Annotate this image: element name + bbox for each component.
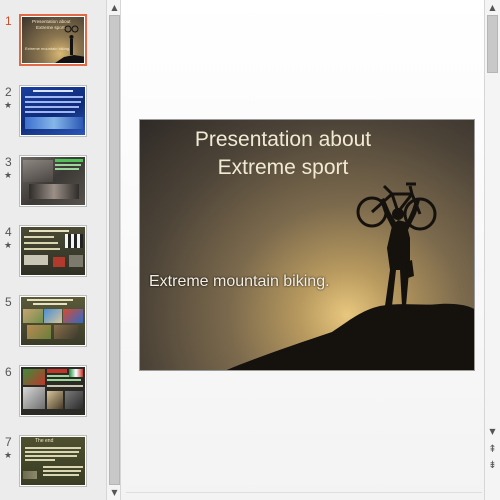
- slide-preview[interactable]: [19, 155, 87, 207]
- slide-thumbnail-7[interactable]: 7 ★ The end: [0, 435, 106, 495]
- slide-number: 2: [5, 85, 12, 99]
- slide-number: 5: [5, 295, 12, 309]
- slide-thumbnail-6[interactable]: 6: [0, 365, 106, 425]
- scroll-down-icon[interactable]: ▼: [108, 486, 121, 499]
- slide-preview[interactable]: [19, 85, 87, 137]
- slide-thumbnail-3[interactable]: 3 ★: [0, 155, 106, 215]
- transition-star-icon: ★: [4, 451, 13, 461]
- divider: [126, 492, 482, 493]
- slide-title-line-2: Extreme sport: [217, 156, 349, 179]
- slide-thumbnail-5[interactable]: 5: [0, 295, 106, 355]
- transition-star-icon: ★: [4, 241, 13, 251]
- slide-thumbnail-2[interactable]: 2 ★: [0, 85, 106, 145]
- scrollbar-thumb[interactable]: [109, 15, 120, 485]
- slide-preview[interactable]: Presentation about Extreme sport Extreme…: [19, 14, 87, 66]
- slide-thumbnail-4[interactable]: 4 ★: [0, 225, 106, 285]
- slide-thumbnail-pane: 1 Presentation about Extreme sport Extre…: [0, 0, 106, 500]
- slide-number: 7: [5, 435, 12, 449]
- slide-title-line-1: Presentation about: [194, 128, 372, 151]
- slide-preview[interactable]: [19, 365, 87, 417]
- slide-preview[interactable]: [19, 225, 87, 277]
- slide-number: 4: [5, 225, 12, 239]
- slide-scrollbar[interactable]: ▲ ▼ ⇞ ⇟: [484, 0, 500, 500]
- scroll-up-icon[interactable]: ▲: [486, 1, 499, 14]
- slide-preview[interactable]: The end: [19, 435, 87, 487]
- slide-subtitle: Extreme mountain biking.: [149, 273, 330, 290]
- thumbnail-scrollbar[interactable]: ▲ ▼: [106, 0, 121, 500]
- slide-preview[interactable]: [19, 295, 87, 347]
- scroll-up-icon[interactable]: ▲: [108, 1, 121, 14]
- scroll-down-icon[interactable]: ▼: [486, 425, 499, 438]
- thumb-title: The end: [35, 438, 54, 444]
- current-slide[interactable]: Presentation about Extreme sport Extreme…: [139, 119, 475, 371]
- next-slide-icon[interactable]: ⇟: [486, 459, 499, 472]
- presentation-editor: 1 Presentation about Extreme sport Extre…: [0, 0, 500, 500]
- slide-number: 3: [5, 155, 12, 169]
- slide-number: 1: [5, 14, 12, 28]
- transition-star-icon: ★: [4, 101, 13, 111]
- thumb-cyclist-silhouette: [55, 25, 84, 63]
- slide-number: 6: [5, 365, 12, 379]
- previous-slide-icon[interactable]: ⇞: [486, 443, 499, 456]
- slide-thumbnail-1[interactable]: 1 Presentation about Extreme sport Extre…: [0, 14, 106, 74]
- transition-star-icon: ★: [4, 171, 13, 181]
- scrollbar-thumb[interactable]: [487, 15, 498, 73]
